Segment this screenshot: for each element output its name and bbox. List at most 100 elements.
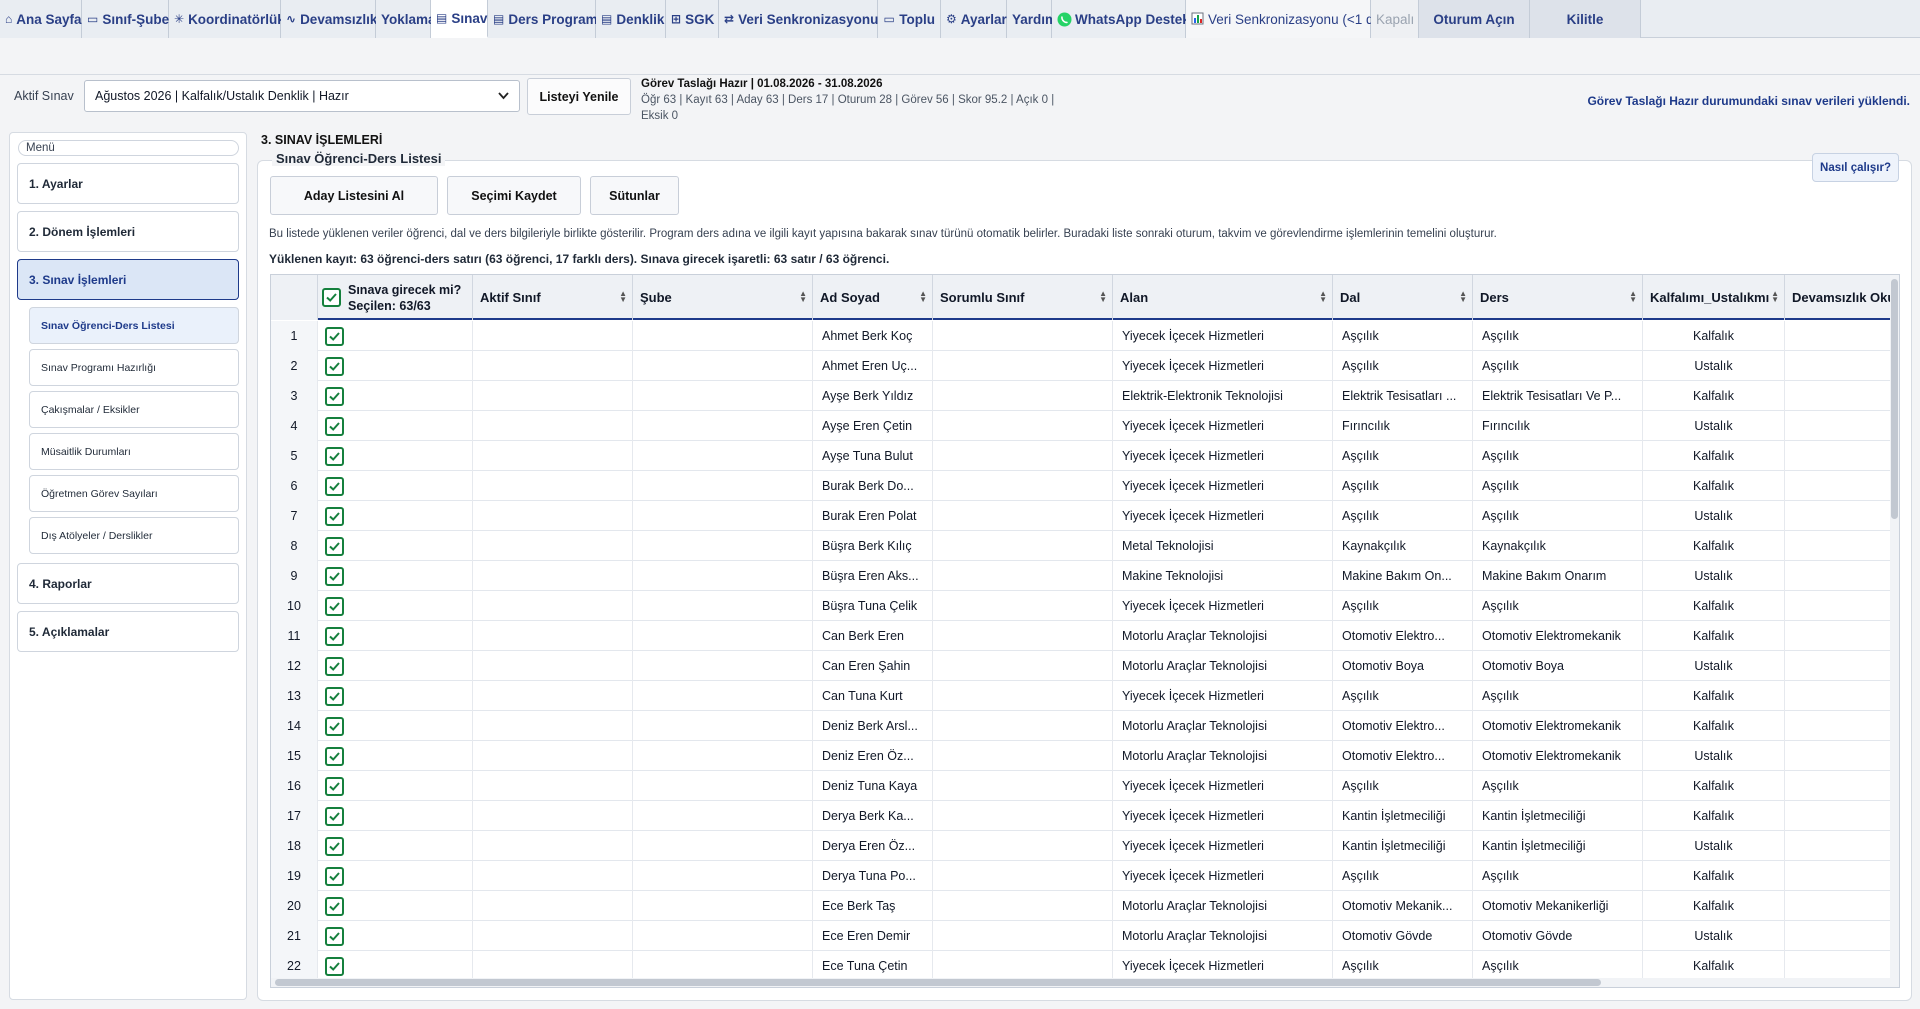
cell-field: Metal Teknolojisi — [1113, 531, 1333, 561]
will-take-exam-checkbox[interactable] — [325, 416, 344, 436]
how-it-works-button[interactable]: Nasıl çalışır? — [1812, 153, 1899, 182]
table-row[interactable]: 15 Deniz Eren Öz... Motorlu Araçlar Teknol… — [271, 741, 1899, 771]
will-take-exam-checkbox[interactable] — [325, 356, 344, 376]
menu-item-settings[interactable]: 1. Ayarlar — [17, 163, 239, 204]
cell-full-name: Ahmet Berk Koç — [813, 321, 933, 351]
menu-item-explanations[interactable]: 5. Açıklamalar — [17, 611, 239, 652]
will-take-exam-checkbox[interactable] — [325, 386, 344, 406]
will-take-exam-checkbox[interactable] — [325, 326, 344, 346]
column-header-course[interactable]: Ders ▲ ▼ — [1473, 275, 1643, 320]
column-header-full-name[interactable]: Ad Soyad ▲ ▼ — [813, 275, 933, 320]
table-row[interactable]: 7 Burak Eren Polat Yiyecek İçecek Hizmetle… — [271, 501, 1899, 531]
table-row[interactable]: 11 Can Berk Eren Motorlu Araçlar Teknoloji… — [271, 621, 1899, 651]
will-take-exam-checkbox[interactable] — [325, 626, 344, 646]
will-take-exam-checkbox[interactable] — [325, 446, 344, 466]
table-row[interactable]: 9 Büşra Eren Aks... Makine Teknolojisi Maki… — [271, 561, 1899, 591]
will-take-exam-checkbox[interactable] — [325, 686, 344, 706]
horizontal-scrollbar[interactable] — [271, 978, 1892, 987]
table-row[interactable]: 16 Deniz Tuna Kaya Yiyecek İçecek Hizmetle… — [271, 771, 1899, 801]
tab-home[interactable]: ⌂ Ana Sayfa — [0, 0, 82, 38]
tab-exams[interactable]: ▤ Sınavlar — [431, 0, 504, 38]
tab-data-sync[interactable]: ⇄ Veri Senkronizasyonu — [719, 0, 878, 38]
will-take-exam-checkbox[interactable] — [325, 656, 344, 676]
tab-equivalence[interactable]: ▤ Denklik — [596, 0, 666, 38]
table-row[interactable]: 10 Büşra Tuna Çelik Yiyecek İçecek Hizmetl… — [271, 591, 1899, 621]
will-take-exam-checkbox[interactable] — [325, 476, 344, 496]
tab-schedule[interactable]: ▤ Ders Programı — [488, 0, 601, 38]
table-row[interactable]: 21 Ece Eren Demir Motorlu Araçlar Teknoloj… — [271, 921, 1899, 951]
will-take-exam-checkbox[interactable] — [325, 536, 344, 556]
tab-coordination[interactable]: ✳ Koordinatörlük — [169, 0, 285, 38]
cell-responsible-class — [933, 771, 1113, 801]
cell-branch — [633, 351, 813, 381]
submenu-item-teacher-duty-counts[interactable]: Öğretmen Görev Sayıları — [29, 475, 239, 512]
will-take-exam-checkbox[interactable] — [325, 776, 344, 796]
scrollbar-thumb[interactable] — [275, 979, 1601, 986]
table-row[interactable]: 17 Derya Berk Ka... Yiyecek İçecek Hizmetl… — [271, 801, 1899, 831]
table-row[interactable]: 12 Can Eren Şahin Motorlu Araçlar Teknoloj… — [271, 651, 1899, 681]
get-candidate-list-button[interactable]: Aday Listesini Al — [270, 176, 438, 215]
chart-icon: ∿ — [286, 12, 297, 26]
column-header-active-class[interactable]: Aktif Sınıf ▲ ▼ — [473, 275, 633, 320]
refresh-list-button[interactable]: Listeyi Yenile — [527, 78, 631, 115]
column-header-will-take-exam[interactable]: Sınava girecek mi? Seçilen: 63/63 — [318, 275, 473, 320]
tab-sgk[interactable]: ⊞ SGK — [666, 0, 719, 38]
table-row[interactable]: 2 Ahmet Eren Uç... Yiyecek İçecek Hizmetle… — [271, 351, 1899, 381]
table-row[interactable]: 5 Ayşe Tuna Bulut Yiyecek İçecek Hizmetler… — [271, 441, 1899, 471]
will-take-exam-checkbox[interactable] — [325, 566, 344, 586]
tab-whatsapp-support[interactable]: WhatsApp Destek — [1052, 0, 1190, 38]
will-take-exam-checkbox[interactable] — [325, 806, 344, 826]
tab-absence[interactable]: ∿ Devamsızlık — [281, 0, 377, 38]
column-header-field[interactable]: Alan ▲ ▼ — [1113, 275, 1333, 320]
tab-settings[interactable]: ⚙ Ayarlar — [941, 0, 1007, 38]
menu-item-exam-operations[interactable]: 3. Sınav İşlemleri — [17, 259, 239, 300]
tab-bulk[interactable]: ▭ Toplu — [878, 0, 941, 38]
will-take-exam-checkbox[interactable] — [325, 956, 344, 976]
tab-login[interactable]: Oturum Açın — [1419, 0, 1530, 38]
menu-item-term-operations[interactable]: 2. Dönem İşlemleri — [17, 211, 239, 252]
table-row[interactable]: 19 Derya Tuna Po... Yiyecek İçecek Hizmetl… — [271, 861, 1899, 891]
will-take-exam-checkbox[interactable] — [325, 746, 344, 766]
table-row[interactable]: 1 Ahmet Berk Koç Yiyecek İçecek Hizmetleri… — [271, 321, 1899, 351]
vertical-scrollbar[interactable] — [1890, 275, 1899, 987]
table-row[interactable]: 8 Büşra Berk Kılıç Metal Teknolojisi Kaynak… — [271, 531, 1899, 561]
will-take-exam-checkbox[interactable] — [325, 896, 344, 916]
tab-lock[interactable]: Kilitle — [1530, 0, 1641, 38]
save-selection-button[interactable]: Seçimi Kaydet — [447, 176, 581, 215]
tab-class-branch[interactable]: ▭ Sınıf-Şube — [82, 0, 169, 38]
column-header-journeyman-master[interactable]: Kalfalımı_Ustalıkmı ▲ ▼ — [1643, 275, 1785, 320]
tab-label: Yoklama — [381, 11, 436, 27]
table-row[interactable]: 3 Ayşe Berk Yıldız Elektrik-Elektronik Tek… — [271, 381, 1899, 411]
column-header-attendance[interactable]: Devamsızlık Oku — [1785, 275, 1899, 320]
column-header-responsible-class[interactable]: Sorumlu Sınıf ▲ ▼ — [933, 275, 1113, 320]
submenu-item-external-workshops[interactable]: Dış Atölyeler / Derslikler — [29, 517, 239, 554]
tab-sync-status[interactable]: Veri Senkronizasyonu (<1 dk) — [1186, 0, 1385, 38]
tab-closed[interactable]: Kapalı — [1371, 0, 1419, 38]
submenu-item-conflicts[interactable]: Çakışmalar / Eksikler — [29, 391, 239, 428]
submenu-item-availability[interactable]: Müsaitlik Durumları — [29, 433, 239, 470]
column-header-branch[interactable]: Şube ▲ ▼ — [633, 275, 813, 320]
tab-rollcall[interactable]: Yoklama — [376, 0, 436, 38]
column-header-specialization[interactable]: Dal ▲ ▼ — [1333, 275, 1473, 320]
table-row[interactable]: 22 Ece Tuna Çetin Yiyecek İçecek Hizmetler… — [271, 951, 1899, 981]
active-exam-select[interactable]: Ağustos 2026 | Kalfalık/Ustalık Denklik … — [84, 80, 520, 112]
table-row[interactable]: 4 Ayşe Eren Çetin Yiyecek İçecek Hizmetler… — [271, 411, 1899, 441]
tab-help[interactable]: Yardım — [1007, 0, 1057, 38]
will-take-exam-checkbox[interactable] — [325, 716, 344, 736]
table-row[interactable]: 14 Deniz Berk Arsl... Motorlu Araçlar Tekn… — [271, 711, 1899, 741]
table-row[interactable]: 20 Ece Berk Taş Motorlu Araçlar Teknolojis… — [271, 891, 1899, 921]
select-all-checkbox[interactable] — [322, 288, 341, 307]
will-take-exam-checkbox[interactable] — [325, 836, 344, 856]
scrollbar-thumb[interactable] — [1891, 279, 1898, 519]
will-take-exam-checkbox[interactable] — [325, 866, 344, 886]
will-take-exam-checkbox[interactable] — [325, 926, 344, 946]
will-take-exam-checkbox[interactable] — [325, 506, 344, 526]
will-take-exam-checkbox[interactable] — [325, 596, 344, 616]
table-row[interactable]: 18 Derya Eren Öz... Yiyecek İçecek Hizmetl… — [271, 831, 1899, 861]
table-row[interactable]: 6 Burak Berk Do... Yiyecek İçecek Hizmetle… — [271, 471, 1899, 501]
columns-button[interactable]: Sütunlar — [590, 176, 679, 215]
submenu-item-exam-schedule-prep[interactable]: Sınav Programı Hazırlığı — [29, 349, 239, 386]
submenu-item-student-course-list[interactable]: Sınav Öğrenci-Ders Listesi — [29, 307, 239, 344]
table-row[interactable]: 13 Can Tuna Kurt Yiyecek İçecek Hizmetleri… — [271, 681, 1899, 711]
menu-item-reports[interactable]: 4. Raporlar — [17, 563, 239, 604]
